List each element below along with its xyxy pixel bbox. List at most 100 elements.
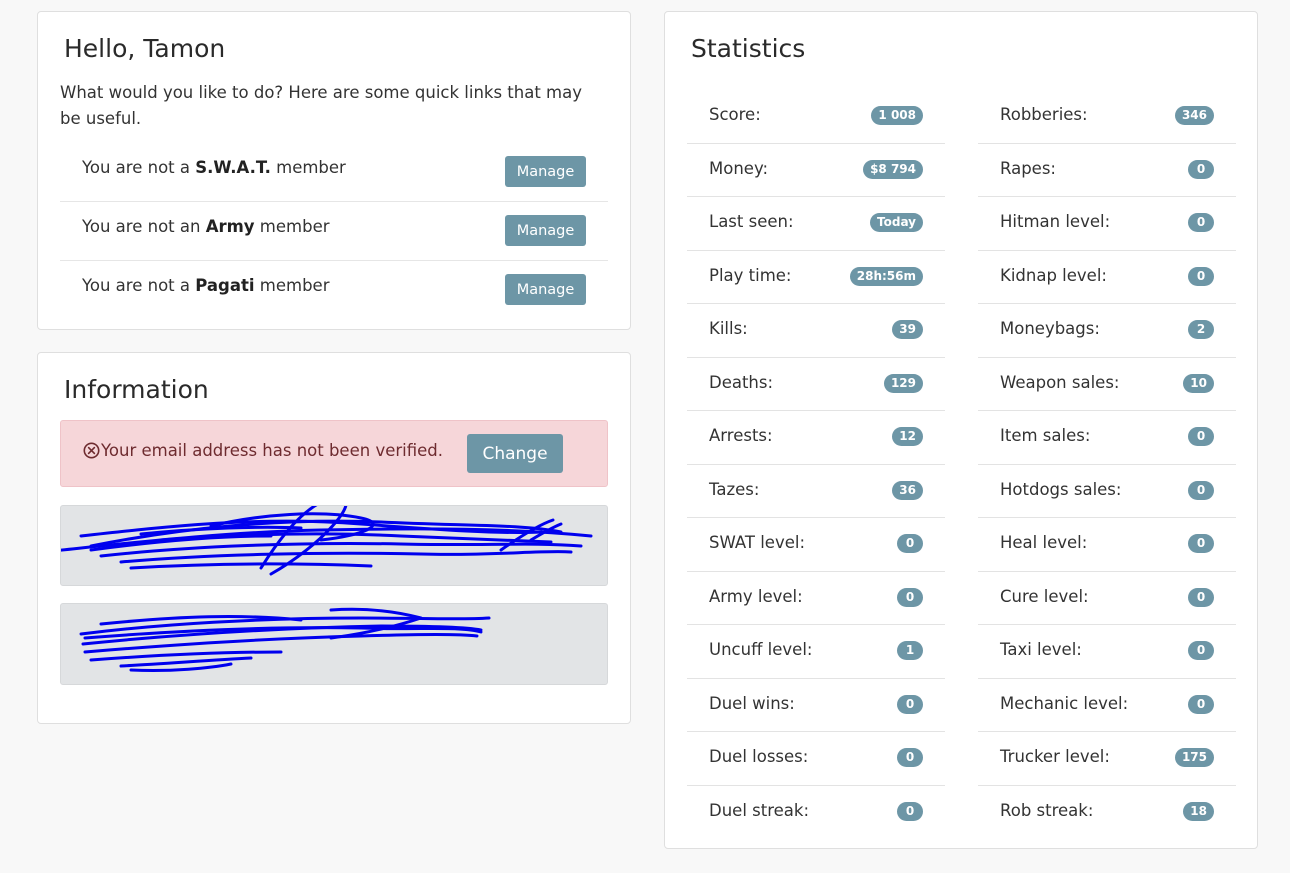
alert-text: Your email address has not been verified… [101,441,443,460]
stat-value-badge: 0 [1188,213,1214,232]
manage-swat-button[interactable]: Manage [505,156,586,187]
stat-label: Tazes: [709,479,760,499]
stat-row: Heal level: 0 [978,518,1236,572]
stat-row: Kidnap level: 0 [978,251,1236,304]
stat-row: Item sales: 0 [978,411,1236,465]
stat-row: Mechanic level: 0 [978,679,1236,732]
stat-value-badge: 36 [892,480,923,500]
membership-row-swat: You are not a S.W.A.T. member Manage [60,143,608,202]
stat-value-badge: 39 [892,320,923,339]
stat-row: Score: 1 008 [687,90,945,144]
email-unverified-alert: Your email address has not been verified… [60,420,608,487]
stat-label: Cure level: [1000,586,1089,606]
stat-label: Heal level: [1000,533,1088,552]
membership-text: You are not a S.W.A.T. member [82,158,346,177]
stat-label: Moneybags: [1000,319,1100,338]
membership-row-army: You are not an Army member Manage [60,202,608,261]
stat-row: Rapes: 0 [978,144,1236,197]
stat-value-badge: 0 [1188,266,1214,286]
information-title: Information [64,375,209,404]
stat-label: Arrests: [709,426,773,445]
stat-value-badge: 175 [1174,748,1214,767]
membership-list: You are not a S.W.A.T. member Manage You… [60,143,608,320]
stat-label: Hitman level: [1000,212,1111,231]
stat-row: SWAT level: 0 [687,518,945,572]
stat-label: SWAT level: [709,533,806,552]
membership-row-pagati: You are not a Pagati member Manage [60,261,608,320]
redacted-info-box [60,603,608,685]
stat-row: Kills: 39 [687,304,945,358]
group-name: Pagati [195,276,255,295]
stat-value-badge: 346 [1174,106,1214,125]
stat-value-badge: 0 [897,534,923,553]
membership-text: You are not a Pagati member [82,276,330,295]
stat-value-badge: 0 [1188,427,1214,446]
stat-row: Duel streak: 0 [687,786,945,840]
stat-row: Tazes: 36 [687,465,945,518]
stat-row: Rob streak: 18 [978,786,1236,840]
stat-label: Weapon sales: [1000,372,1120,392]
stat-label: Trucker level: [1000,747,1110,766]
change-email-button[interactable]: Change [467,434,563,473]
stat-row: Arrests: 12 [687,411,945,465]
stat-label: Money: [709,158,769,178]
stat-value-badge: 0 [897,694,923,714]
stat-value-badge: 18 [1183,801,1214,821]
stat-row: Moneybags: 2 [978,304,1236,358]
stat-label: Deaths: [709,372,774,392]
stat-row: Hotdogs sales: 0 [978,465,1236,518]
manage-army-button[interactable]: Manage [505,215,586,246]
hello-title: Hello, Tamon [64,34,226,63]
stat-row: Last seen: Today [687,197,945,251]
quick-links-intro: What would you like to do? Here are some… [60,83,582,128]
stat-label: Duel losses: [709,747,809,766]
membership-text: You are not an Army member [82,217,330,236]
stat-value-badge: 0 [1188,480,1214,500]
stat-row: Money: $8 794 [687,144,945,197]
stat-label: Play time: [709,265,792,285]
stat-label: Kills: [709,319,748,338]
stat-label: Score: [709,105,761,124]
redaction-scribble [61,506,593,576]
stat-label: Robberies: [1000,105,1088,124]
stat-label: Mechanic level: [1000,693,1129,713]
stat-row: Taxi level: 0 [978,625,1236,679]
stats-column-right: Robberies: 346 Rapes: 0 Hitman level: 0 Kidnap… [978,90,1236,839]
stat-row: Hitman level: 0 [978,197,1236,251]
information-card: Information Your email address has not b… [37,352,631,724]
stat-row: Duel losses: 0 [687,732,945,786]
stat-value-badge: 28h:56m [849,266,923,286]
stat-value-badge: 0 [1188,641,1214,660]
group-name: Army [205,217,255,236]
stat-row: Deaths: 129 [687,358,945,411]
stat-value-badge: 0 [1188,159,1214,179]
stat-label: Taxi level: [1000,640,1082,659]
stat-value-badge: 2 [1188,320,1214,339]
stat-value-badge: Today [870,213,923,232]
stat-value-badge: 0 [1188,534,1214,553]
stat-label: Hotdogs sales: [1000,479,1122,499]
stat-row: Cure level: 0 [978,572,1236,625]
stat-value-badge: 10 [1183,373,1214,393]
stat-label: Duel wins: [709,693,795,713]
stats-column-left: Score: 1 008 Money: $8 794 Last seen: Today Pl… [687,90,945,839]
stat-label: Army level: [709,586,803,606]
redacted-info-box [60,505,608,586]
group-name: S.W.A.T. [195,158,271,177]
stat-label: Uncuff level: [709,640,813,659]
stat-row: Army level: 0 [687,572,945,625]
stat-value-badge: 1 008 [871,106,923,125]
stat-value-badge: 0 [897,587,923,607]
stat-row: Play time: 28h:56m [687,251,945,304]
stat-value-badge: 0 [897,748,923,767]
stat-label: Rob streak: [1000,800,1094,820]
manage-pagati-button[interactable]: Manage [505,274,586,305]
stat-row: Robberies: 346 [978,90,1236,144]
stat-value-badge: 0 [897,801,923,821]
stat-value-badge: $8 794 [863,159,923,179]
stat-label: Rapes: [1000,158,1056,178]
stat-value-badge: 129 [883,373,923,393]
stat-row: Trucker level: 175 [978,732,1236,786]
stat-row: Duel wins: 0 [687,679,945,732]
hello-card: Hello, Tamon What would you like to do? … [37,11,631,330]
